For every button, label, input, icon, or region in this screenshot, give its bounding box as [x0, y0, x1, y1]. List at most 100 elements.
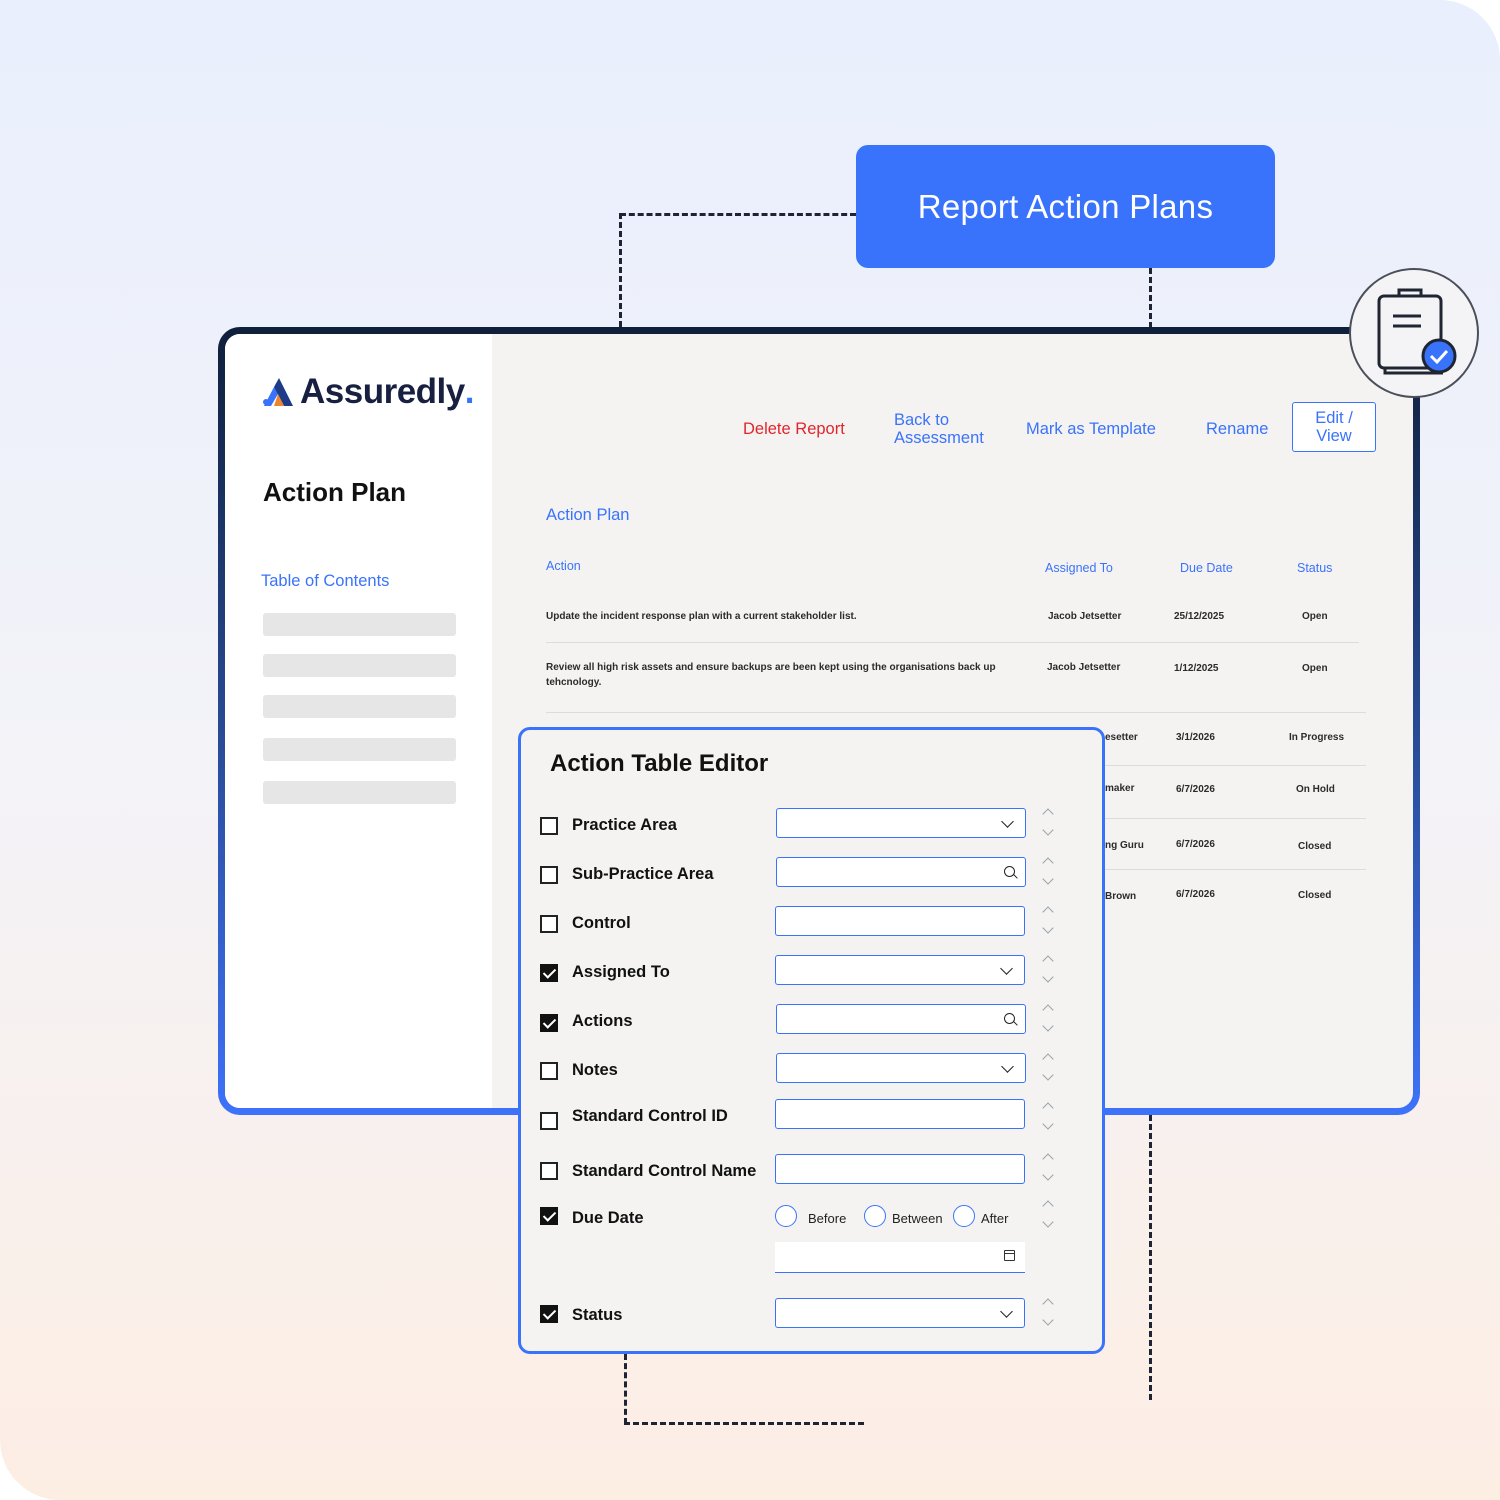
- field-label: Status: [572, 1306, 623, 1324]
- toc-item-placeholder[interactable]: [263, 695, 456, 718]
- chevron-down-icon[interactable]: [1042, 1314, 1054, 1326]
- sub-practice-area-search[interactable]: [776, 857, 1026, 887]
- radio-after-label: After: [981, 1211, 1009, 1226]
- cell-status: In Progress: [1289, 732, 1345, 743]
- reorder-arrows[interactable]: [1041, 1296, 1055, 1330]
- row-divider: [1105, 818, 1366, 819]
- radio-between[interactable]: [864, 1205, 886, 1227]
- cell-action: Update the incident response plan with a…: [546, 611, 857, 622]
- table-of-contents-link[interactable]: Table of Contents: [261, 572, 389, 591]
- reorder-arrows[interactable]: [1041, 1002, 1055, 1036]
- reorder-arrows[interactable]: [1041, 953, 1055, 987]
- field-label: Notes: [572, 1061, 618, 1079]
- checkbox-status[interactable]: [540, 1305, 558, 1323]
- checkbox-standard-control-name[interactable]: [540, 1162, 558, 1180]
- chevron-down-icon[interactable]: [1042, 873, 1054, 885]
- back-to-assessment-link[interactable]: Back to Assessment: [894, 411, 984, 447]
- brand-dot: .: [464, 372, 475, 411]
- practice-area-dropdown[interactable]: [776, 808, 1026, 838]
- checkbox-assigned-to[interactable]: [540, 964, 558, 982]
- cell-status: Closed: [1298, 841, 1332, 852]
- cell-status: Open: [1302, 611, 1328, 622]
- status-dropdown[interactable]: [775, 1298, 1025, 1328]
- chevron-down-icon[interactable]: [1042, 1069, 1054, 1081]
- checkbox-actions[interactable]: [540, 1014, 558, 1032]
- rename-link[interactable]: Rename: [1206, 420, 1268, 438]
- cell-due-date: 6/7/2026: [1176, 839, 1215, 850]
- connector-line: [1149, 1115, 1152, 1400]
- checkbox-sub-practice-area[interactable]: [540, 866, 558, 884]
- reorder-arrows[interactable]: [1041, 1198, 1055, 1232]
- chevron-down-icon[interactable]: [1042, 824, 1054, 836]
- search-icon: [1004, 866, 1015, 877]
- brand-logo: Assuredly.: [262, 372, 474, 412]
- brand-name: Assuredly: [300, 372, 465, 411]
- chevron-up-icon[interactable]: [1042, 1053, 1054, 1065]
- toc-item-placeholder[interactable]: [263, 654, 456, 677]
- chevron-down-icon: [1001, 1060, 1014, 1073]
- chevron-up-icon[interactable]: [1042, 906, 1054, 918]
- cell-assigned-to: maker: [1105, 783, 1135, 794]
- actions-search[interactable]: [776, 1004, 1026, 1034]
- reorder-arrows[interactable]: [1041, 1051, 1055, 1085]
- connector-line: [624, 1422, 864, 1425]
- notes-dropdown[interactable]: [776, 1053, 1026, 1083]
- clipboard-check-icon-glyph: [1377, 288, 1457, 375]
- chevron-up-icon[interactable]: [1042, 1200, 1054, 1212]
- chevron-up-icon[interactable]: [1042, 1153, 1054, 1165]
- chevron-up-icon[interactable]: [1042, 857, 1054, 869]
- chevron-down-icon: [1000, 962, 1013, 975]
- chevron-down-icon[interactable]: [1042, 1216, 1054, 1228]
- mark-as-template-link[interactable]: Mark as Template: [1026, 420, 1156, 438]
- toc-item-placeholder[interactable]: [263, 613, 456, 636]
- cell-assigned-to: ng Guru: [1105, 840, 1144, 851]
- sidebar: Assuredly. Action Plan Table of Contents: [225, 334, 492, 1108]
- chevron-down-icon[interactable]: [1042, 1169, 1054, 1181]
- chevron-down-icon[interactable]: [1042, 1118, 1054, 1130]
- column-header-status: Status: [1297, 561, 1333, 575]
- back-link-line2: Assessment: [894, 429, 984, 447]
- cell-due-date: 1/12/2025: [1174, 663, 1219, 674]
- standard-control-id-input[interactable]: [775, 1099, 1025, 1129]
- chevron-down-icon[interactable]: [1042, 1020, 1054, 1032]
- toc-item-placeholder[interactable]: [263, 781, 456, 804]
- reorder-arrows[interactable]: [1041, 904, 1055, 938]
- action-table-editor: Action Table Editor Practice Area Sub-Pr…: [518, 727, 1105, 1354]
- radio-before[interactable]: [775, 1205, 797, 1227]
- chevron-down-icon[interactable]: [1042, 971, 1054, 983]
- delete-report-link[interactable]: Delete Report: [743, 420, 845, 438]
- chevron-down-icon[interactable]: [1042, 922, 1054, 934]
- checkbox-notes[interactable]: [540, 1062, 558, 1080]
- reorder-arrows[interactable]: [1041, 1100, 1055, 1134]
- control-input[interactable]: [775, 906, 1025, 936]
- chevron-down-icon: [1000, 1305, 1013, 1318]
- column-header-action: Action: [546, 559, 581, 573]
- reorder-arrows[interactable]: [1041, 806, 1055, 840]
- calendar-icon[interactable]: [1004, 1250, 1015, 1261]
- due-date-input[interactable]: [775, 1242, 1025, 1273]
- checkbox-standard-control-id[interactable]: [540, 1112, 558, 1130]
- chevron-up-icon[interactable]: [1042, 1102, 1054, 1114]
- field-label: Sub-Practice Area: [572, 865, 714, 883]
- connector-line: [620, 213, 856, 216]
- reorder-arrows[interactable]: [1041, 855, 1055, 889]
- chevron-up-icon[interactable]: [1042, 955, 1054, 967]
- cell-status: Open: [1302, 663, 1328, 674]
- chevron-up-icon[interactable]: [1042, 1004, 1054, 1016]
- search-icon: [1004, 1013, 1015, 1024]
- connector-line: [624, 1354, 627, 1424]
- toc-item-placeholder[interactable]: [263, 738, 456, 761]
- chevron-up-icon[interactable]: [1042, 808, 1054, 820]
- edit-view-button[interactable]: Edit / View: [1292, 402, 1376, 452]
- standard-control-name-input[interactable]: [775, 1154, 1025, 1184]
- checkbox-control[interactable]: [540, 915, 558, 933]
- assigned-to-dropdown[interactable]: [775, 955, 1025, 985]
- cell-assigned-to: esetter: [1105, 732, 1138, 743]
- radio-after[interactable]: [953, 1205, 975, 1227]
- editor-title: Action Table Editor: [550, 750, 769, 777]
- checkbox-due-date[interactable]: [540, 1207, 558, 1225]
- badge-label: Report Action Plans: [917, 187, 1214, 225]
- checkbox-practice-area[interactable]: [540, 817, 558, 835]
- chevron-up-icon[interactable]: [1042, 1298, 1054, 1310]
- reorder-arrows[interactable]: [1041, 1151, 1055, 1185]
